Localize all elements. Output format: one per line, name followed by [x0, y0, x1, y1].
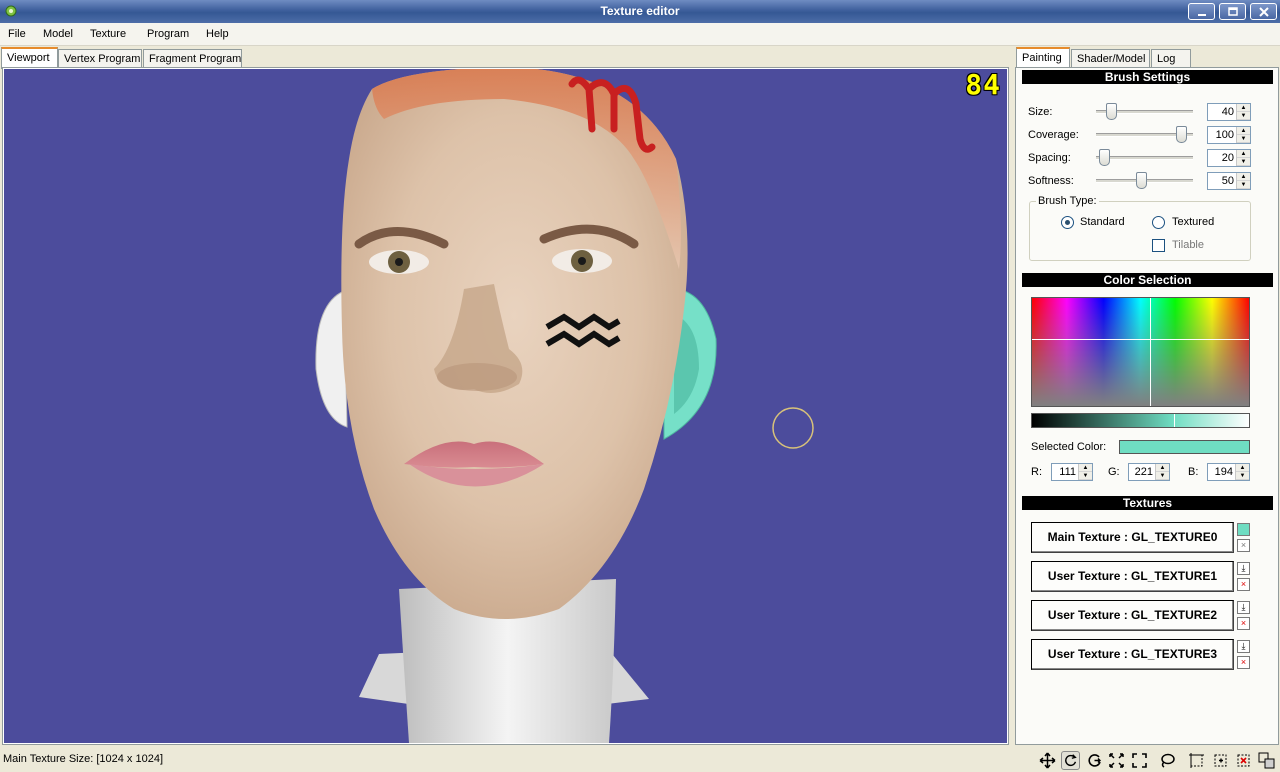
textures-header: Textures — [1022, 496, 1273, 510]
r-spinbox[interactable]: 111 ▲ ▼ — [1051, 463, 1093, 481]
spacing-spinbox[interactable]: 20 ▲ ▼ — [1207, 149, 1251, 167]
softness-spinbox[interactable]: 50 ▲ ▼ — [1207, 172, 1251, 190]
close-icon — [1259, 7, 1269, 17]
coverage-spin-arrows[interactable]: ▲ ▼ — [1236, 127, 1250, 143]
texture-1-remove-button[interactable]: × — [1237, 578, 1250, 591]
g-label: G: — [1108, 466, 1120, 478]
g-spin-arrows[interactable]: ▲ ▼ — [1155, 464, 1169, 480]
texture-1-load-button[interactable]: ⤓ — [1237, 562, 1250, 575]
texture-button-2[interactable]: User Texture : GL_TEXTURE2 — [1031, 600, 1234, 631]
tab-shader-model[interactable]: Shader/Model — [1071, 49, 1150, 69]
b-spinbox[interactable]: 194 ▲ ▼ — [1207, 463, 1250, 481]
tilable-label[interactable]: Tilable — [1172, 239, 1204, 251]
b-label: B: — [1188, 466, 1199, 478]
close-button[interactable] — [1250, 3, 1277, 20]
r-value: 111 — [1059, 466, 1076, 478]
r-label: R: — [1031, 466, 1042, 478]
texture-2-remove-button[interactable]: × — [1237, 617, 1250, 630]
g-value: 221 — [1134, 466, 1153, 478]
move-icon[interactable] — [1038, 751, 1057, 770]
texture-button-1[interactable]: User Texture : GL_TEXTURE1 — [1031, 561, 1234, 592]
brush-type-label: Brush Type: — [1036, 195, 1099, 207]
size-slider-thumb[interactable] — [1106, 103, 1118, 120]
standard-radio[interactable] — [1061, 216, 1074, 229]
standard-label[interactable]: Standard — [1080, 216, 1125, 228]
color-crosshair-horizontal — [1032, 339, 1249, 340]
select-invert-icon[interactable] — [1257, 751, 1276, 770]
textured-label[interactable]: Textured — [1172, 216, 1214, 228]
spacing-spin-arrows[interactable]: ▲ ▼ — [1236, 150, 1250, 166]
texture-button-0[interactable]: Main Texture : GL_TEXTURE0 — [1031, 522, 1234, 553]
color-crosshair-vertical — [1150, 298, 1151, 406]
viewport-canvas[interactable]: 84 — [4, 69, 1007, 743]
tab-log[interactable]: Log — [1151, 49, 1191, 69]
menu-help[interactable]: Help — [206, 28, 229, 40]
spacing-slider[interactable] — [1096, 156, 1193, 160]
brightness-ramp[interactable] — [1031, 413, 1250, 428]
tab-vertex-program[interactable]: Vertex Program — [58, 49, 142, 69]
texture-0-color-button[interactable] — [1237, 523, 1250, 536]
r-spin-arrows[interactable]: ▲ ▼ — [1078, 464, 1092, 480]
head-model — [315, 69, 814, 743]
texture-3-remove-button[interactable]: × — [1237, 656, 1250, 669]
texture-button-3[interactable]: User Texture : GL_TEXTURE3 — [1031, 639, 1234, 670]
selected-color-label: Selected Color: — [1031, 441, 1107, 453]
textured-radio[interactable] — [1152, 216, 1165, 229]
status-bar: Main Texture Size: [1024 x 1024] — [0, 748, 1280, 772]
tilable-checkbox[interactable] — [1152, 239, 1165, 252]
maximize-icon — [1228, 7, 1238, 16]
spacing-label: Spacing: — [1028, 152, 1071, 164]
maximize-button[interactable] — [1219, 3, 1246, 20]
texture-3-load-button[interactable]: ⤓ — [1237, 640, 1250, 653]
menu-texture[interactable]: Texture — [90, 28, 126, 40]
fullscreen-icon[interactable] — [1130, 751, 1149, 770]
tab-painting[interactable]: Painting — [1016, 47, 1070, 69]
coverage-value: 100 — [1215, 129, 1234, 141]
size-value: 40 — [1221, 106, 1234, 118]
menu-bar: File Model Texture Program Help — [0, 23, 1280, 46]
lasso-icon[interactable] — [1158, 751, 1177, 770]
spacing-value: 20 — [1221, 152, 1234, 164]
softness-value: 50 — [1221, 175, 1234, 187]
fps-counter: 84 — [965, 69, 1001, 101]
fit-icon[interactable] — [1107, 751, 1126, 770]
select-add-icon[interactable] — [1211, 751, 1230, 770]
brightness-marker — [1174, 414, 1175, 427]
rotate-icon[interactable] — [1061, 751, 1080, 770]
painting-panel: Brush Settings Size: 40 ▲ ▼ Coverage: 100… — [1015, 67, 1279, 745]
selected-color-swatch — [1119, 440, 1250, 454]
size-spin-arrows[interactable]: ▲ ▼ — [1236, 104, 1250, 120]
tab-fragment-program[interactable]: Fragment Program — [143, 49, 242, 69]
softness-slider-thumb[interactable] — [1135, 172, 1147, 189]
b-value: 194 — [1214, 466, 1233, 478]
menu-program[interactable]: Program — [147, 28, 189, 40]
brush-type-group — [1029, 201, 1251, 261]
select-icon[interactable] — [1187, 751, 1206, 770]
coverage-label: Coverage: — [1028, 129, 1079, 141]
b-spin-arrows[interactable]: ▲ ▼ — [1235, 464, 1249, 480]
window-title: Texture editor — [600, 4, 680, 18]
softness-spin-arrows[interactable]: ▲ ▼ — [1236, 173, 1250, 189]
orbit-icon[interactable] — [1085, 751, 1104, 770]
spacing-slider-thumb[interactable] — [1098, 149, 1110, 166]
coverage-slider-thumb[interactable] — [1175, 126, 1187, 143]
tab-viewport[interactable]: Viewport — [1, 47, 58, 69]
texture-0-remove-button[interactable]: × — [1237, 539, 1250, 552]
coverage-spinbox[interactable]: 100 ▲ ▼ — [1207, 126, 1251, 144]
color-picker-field[interactable] — [1031, 297, 1250, 407]
minimize-button[interactable] — [1188, 3, 1215, 20]
menu-file[interactable]: File — [8, 28, 26, 40]
size-label: Size: — [1028, 106, 1053, 118]
title-bar: Texture editor — [0, 0, 1280, 23]
color-selection-header: Color Selection — [1022, 273, 1273, 287]
g-spinbox[interactable]: 221 ▲ ▼ — [1128, 463, 1170, 481]
minimize-icon — [1198, 14, 1206, 16]
softness-label: Softness: — [1028, 175, 1074, 187]
status-text: Main Texture Size: [1024 x 1024] — [3, 753, 164, 765]
menu-model[interactable]: Model — [43, 28, 73, 40]
texture-2-load-button[interactable]: ⤓ — [1237, 601, 1250, 614]
size-spinbox[interactable]: 40 ▲ ▼ — [1207, 103, 1251, 121]
select-remove-icon[interactable] — [1234, 751, 1253, 770]
brush-settings-header: Brush Settings — [1022, 70, 1273, 84]
